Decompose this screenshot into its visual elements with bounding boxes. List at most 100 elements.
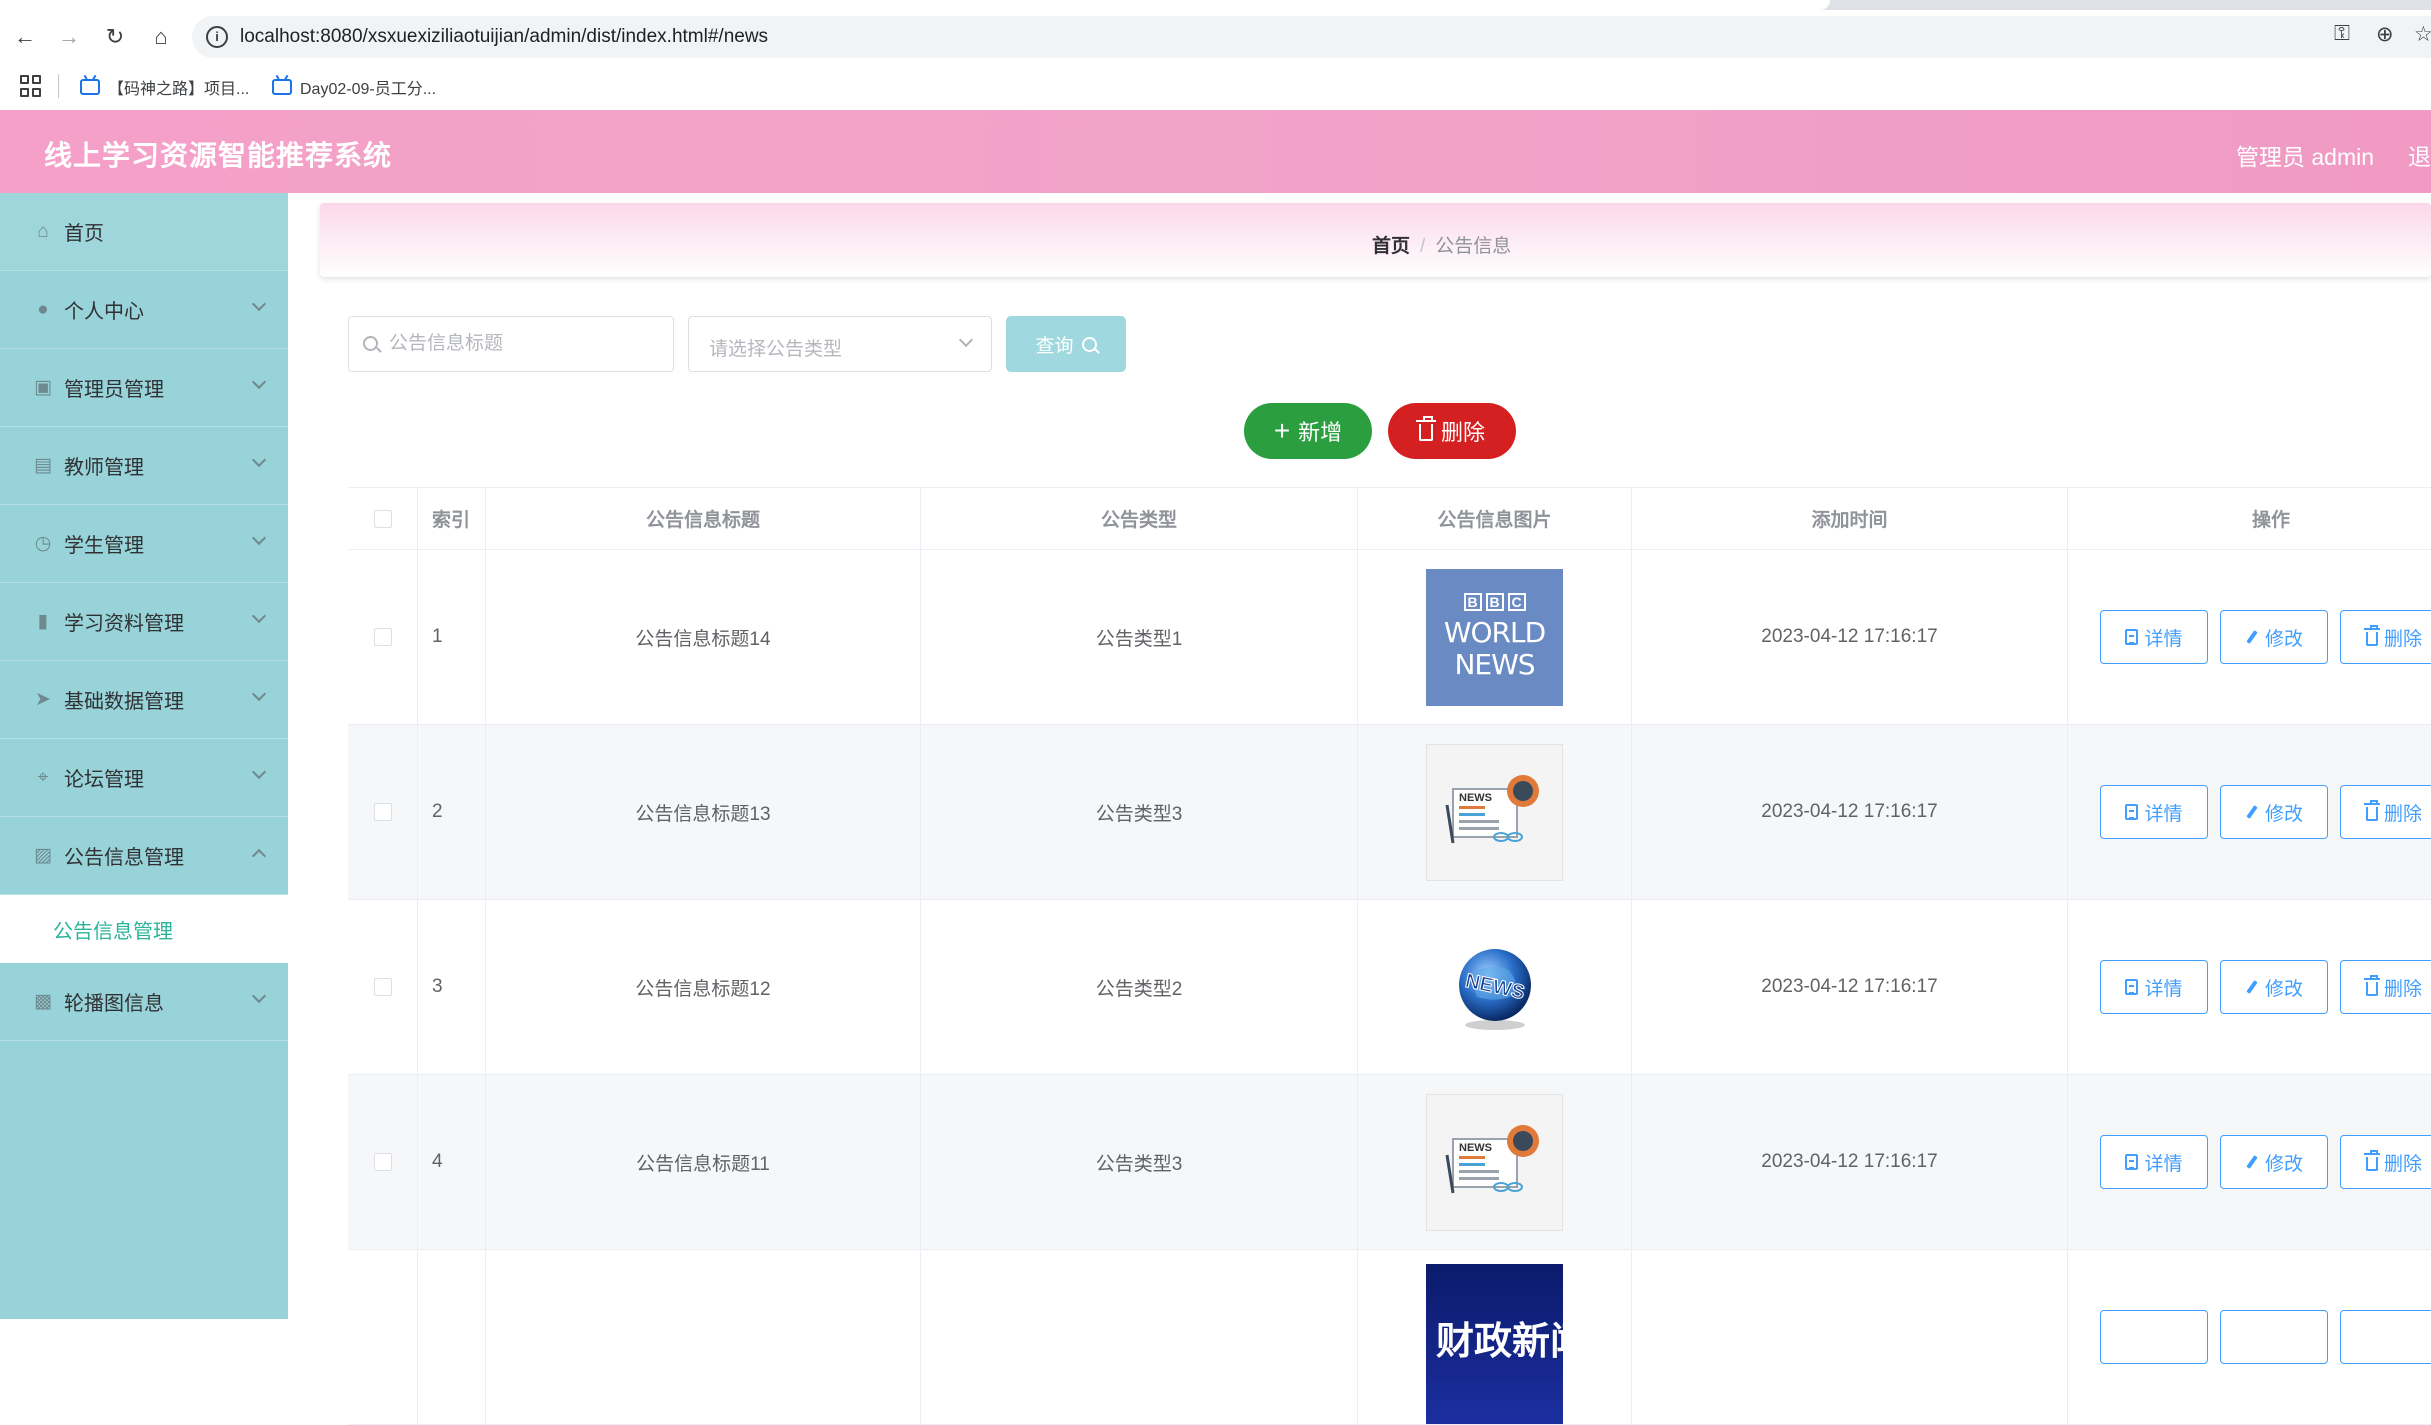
row-delete-button[interactable]: 删除: [2340, 610, 2431, 664]
edit-button[interactable]: 修改: [2220, 785, 2328, 839]
delete-label: 删除: [2383, 1153, 2422, 1175]
newspaper-icon: NEWS: [1445, 1124, 1539, 1193]
zoom-icon[interactable]: ⊕: [2376, 22, 2394, 47]
row-index: 3: [418, 900, 486, 1074]
trash-icon: [2363, 800, 2380, 821]
bookmark-item[interactable]: Day02-09-员工分...: [272, 74, 436, 100]
edit-label: 修改: [2264, 628, 2303, 650]
bbc-thumb-line2: NEWS: [1454, 648, 1535, 681]
detail-button[interactable]: 详情: [2100, 960, 2208, 1014]
sidebar-item-label: 学生管理: [64, 535, 144, 557]
sidebar-item-home[interactable]: ⌂ 首页: [0, 193, 288, 271]
sidebar-item-student-management[interactable]: ◷ 学生管理: [0, 505, 288, 583]
row-delete-button[interactable]: [2340, 1310, 2431, 1364]
apps-grid-icon[interactable]: [20, 75, 42, 97]
type-select[interactable]: 请选择公告类型: [688, 316, 992, 372]
row-title: 公告信息标题14: [486, 550, 921, 724]
sidebar-item-admin-management[interactable]: ▣ 管理员管理: [0, 349, 288, 427]
chevron-up-icon: [251, 848, 267, 864]
detail-button[interactable]: 详情: [2100, 610, 2208, 664]
sidebar-item-teacher-management[interactable]: ▤ 教师管理: [0, 427, 288, 505]
forward-arrow-icon[interactable]: →: [54, 22, 84, 52]
logout-link[interactable]: 退: [2408, 138, 2431, 172]
batch-delete-button[interactable]: 删除: [1388, 403, 1516, 459]
row-delete-button[interactable]: 删除: [2340, 785, 2431, 839]
select-all-checkbox[interactable]: [373, 509, 392, 528]
sidebar-subitem-announcement-management[interactable]: 公告信息管理: [0, 895, 288, 963]
chevron-down-icon: [251, 988, 267, 1004]
row-checkbox[interactable]: [373, 803, 392, 821]
row-check-cell: [348, 1075, 418, 1249]
row-delete-button[interactable]: 删除: [2340, 960, 2431, 1014]
row-type: 公告类型2: [921, 900, 1358, 1074]
news-globe-thumbnail[interactable]: NEWS: [1447, 939, 1543, 1035]
sidebar-item-label: 公告信息管理: [64, 847, 184, 869]
detail-button[interactable]: [2100, 1310, 2208, 1364]
detail-button[interactable]: 详情: [2100, 1135, 2208, 1189]
add-button[interactable]: + 新增: [1244, 403, 1372, 459]
sidebar-item-personal-center[interactable]: ● 个人中心: [0, 271, 288, 349]
query-button[interactable]: 查询: [1006, 316, 1126, 372]
title-search-field[interactable]: [348, 316, 674, 372]
edit-button[interactable]: 修改: [2220, 610, 2328, 664]
back-arrow-icon[interactable]: ←: [10, 22, 40, 52]
row-type: 公告类型3: [921, 1075, 1358, 1249]
chevron-down-icon: [251, 686, 267, 702]
bbc-letter: C: [1507, 593, 1526, 611]
edit-icon: [2246, 805, 2258, 819]
edit-button[interactable]: [2220, 1310, 2328, 1364]
address-bar[interactable]: i localhost:8080/xsxuexiziliaotuijian/ad…: [192, 16, 2431, 58]
table-row: 1 公告信息标题14 公告类型1 BBC WORLD NEWS 2023-04-…: [348, 550, 2431, 725]
bookmark-star-icon[interactable]: ☆: [2414, 22, 2431, 47]
row-check-cell: [348, 550, 418, 724]
chevron-down-icon: [958, 332, 974, 348]
chevron-down-icon: [251, 530, 267, 546]
title-search-input[interactable]: [389, 317, 669, 371]
row-delete-button[interactable]: 删除: [2340, 1135, 2431, 1189]
row-checkbox[interactable]: [373, 628, 392, 646]
bookmark-item[interactable]: 【码神之路】项目...: [80, 74, 249, 100]
sidebar-item-label: 个人中心: [64, 301, 144, 323]
detail-label: 详情: [2144, 803, 2183, 825]
delete-label: 删除: [2383, 803, 2422, 825]
bbc-world-news-thumbnail[interactable]: BBC WORLD NEWS: [1426, 568, 1563, 706]
column-header-time: 添加时间: [1632, 488, 2068, 549]
detail-label: 详情: [2144, 628, 2183, 650]
chevron-down-icon: [251, 296, 267, 312]
ticket-icon: ▮: [37, 611, 49, 632]
row-check-cell: [348, 725, 418, 899]
finance-news-thumbnail[interactable]: 财政新闻: [1426, 1264, 1563, 1424]
breadcrumb-home[interactable]: 首页: [1372, 236, 1410, 257]
sidebar-item-forum-management[interactable]: ⌖ 论坛管理: [0, 739, 288, 817]
row-checkbox[interactable]: [373, 978, 392, 996]
delete-label: 删除: [2383, 978, 2422, 1000]
sidebar-item-announcement-management[interactable]: ▨ 公告信息管理: [0, 817, 288, 895]
row-actions: 详情 修改 删除: [2068, 900, 2431, 1074]
detail-button[interactable]: 详情: [2100, 785, 2208, 839]
trash-icon: [2363, 625, 2380, 646]
reload-icon[interactable]: ↻: [100, 22, 130, 52]
document-icon: [2125, 979, 2139, 995]
edit-button[interactable]: 修改: [2220, 960, 2328, 1014]
site-info-icon[interactable]: i: [206, 26, 228, 48]
sidebar-item-materials-management[interactable]: ▮ 学习资料管理: [0, 583, 288, 661]
trash-icon: [1415, 416, 1436, 441]
query-button-label: 查询: [1035, 335, 1074, 357]
column-header-image: 公告信息图片: [1358, 488, 1632, 549]
id-card-icon: ▤: [34, 455, 52, 476]
newspaper-thumbnail[interactable]: NEWS: [1426, 1093, 1563, 1231]
sidebar-item-basic-data-management[interactable]: ➤ 基础数据管理: [0, 661, 288, 739]
row-checkbox[interactable]: [373, 1153, 392, 1171]
newspaper-thumbnail[interactable]: NEWS: [1426, 743, 1563, 881]
key-icon[interactable]: ⚿: [2334, 22, 2350, 46]
row-image-cell: 财政新闻: [1358, 1250, 1632, 1424]
row-type: 公告类型3: [921, 725, 1358, 899]
column-header-type: 公告类型: [921, 488, 1358, 549]
breadcrumb: 首页 / 公告信息: [1372, 231, 1511, 258]
sidebar-item-carousel-info[interactable]: ▩ 轮播图信息: [0, 963, 288, 1041]
column-header-actions: 操作: [2252, 510, 2291, 531]
app-title: 线上学习资源智能推荐系统: [44, 140, 393, 171]
bookmark-label: 【码神之路】项目...: [108, 81, 250, 98]
home-icon[interactable]: ⌂: [146, 22, 176, 52]
edit-button[interactable]: 修改: [2220, 1135, 2328, 1189]
